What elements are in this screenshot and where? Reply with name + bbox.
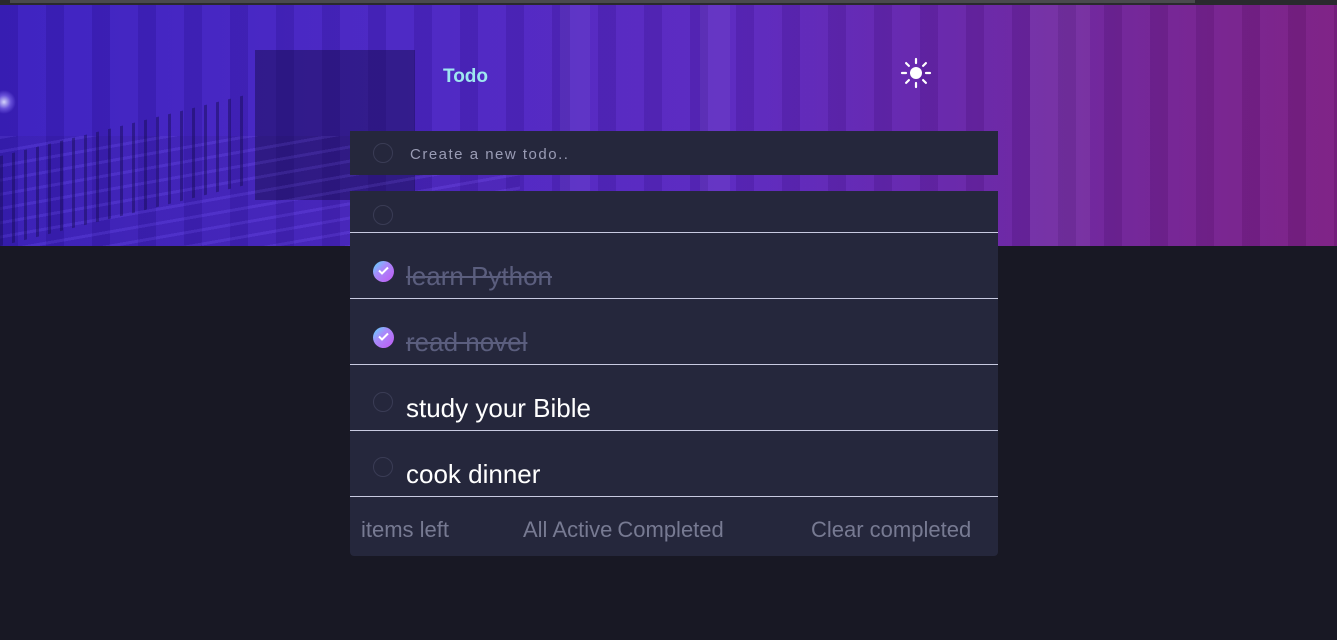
filter-active[interactable]: Active: [552, 517, 612, 542]
todo-item[interactable]: study your Bible: [350, 365, 998, 431]
todo-checkbox-checked[interactable]: [373, 327, 394, 348]
check-icon: [378, 332, 389, 341]
todo-checkbox[interactable]: [373, 457, 393, 477]
app-title: Todo: [443, 66, 489, 87]
todo-footer: items left All Active Completed Clear comp…: [350, 497, 998, 556]
todo-checkbox[interactable]: [373, 205, 393, 225]
todo-checkbox-checked[interactable]: [373, 261, 394, 282]
todo-checkbox[interactable]: [373, 392, 393, 412]
todo-item[interactable]: learn Python: [350, 233, 998, 299]
check-icon: [378, 266, 389, 275]
todo-item[interactable]: read novel: [350, 299, 998, 365]
items-left-count: items left: [361, 517, 450, 542]
todo-text: learn Python: [406, 261, 552, 291]
scroll-indicator: [10, 0, 1195, 3]
sun-icon: [900, 57, 932, 89]
todo-text: read novel: [406, 327, 528, 357]
clear-completed-button[interactable]: Clear completed: [811, 517, 971, 543]
theme-toggle-button[interactable]: [899, 56, 933, 90]
filter-group: All Active Completed: [523, 517, 729, 543]
filter-all[interactable]: All: [523, 517, 547, 542]
todo-item[interactable]: cook dinner: [350, 431, 998, 497]
background-pillar: [1030, 5, 1090, 246]
todo-text: cook dinner: [406, 459, 541, 489]
new-todo-checkbox[interactable]: [373, 143, 393, 163]
todo-list: learn Python read novel study your Bible…: [350, 191, 998, 556]
filter-completed[interactable]: Completed: [617, 517, 723, 542]
new-todo-input[interactable]: [408, 140, 972, 168]
todo-text: study your Bible: [406, 393, 591, 423]
todo-item[interactable]: [350, 191, 998, 233]
new-todo-bar: [350, 131, 998, 175]
